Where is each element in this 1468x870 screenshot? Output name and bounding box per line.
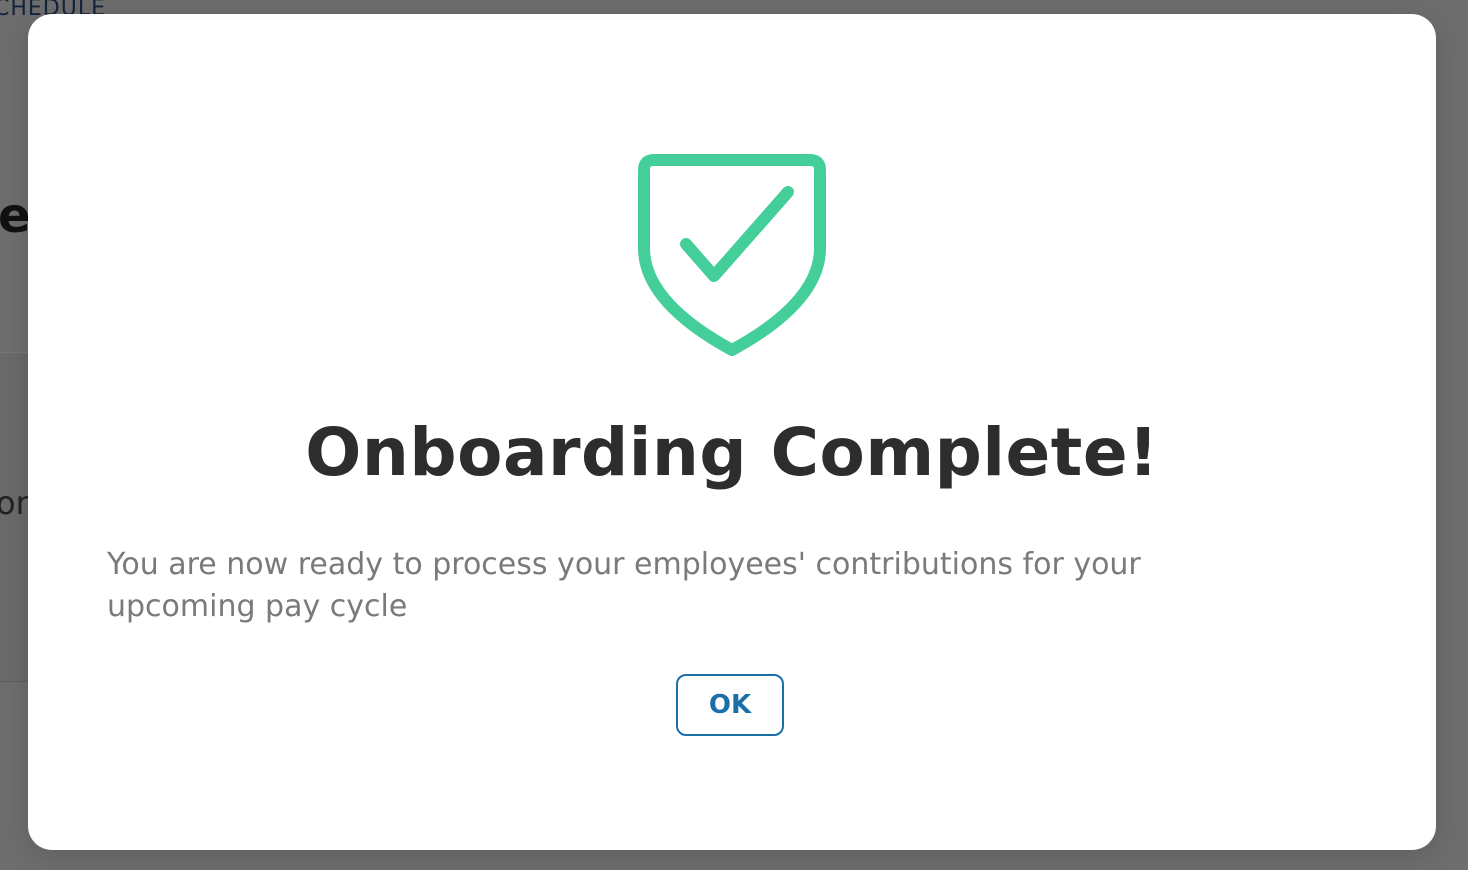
shield-check-icon: [638, 154, 826, 356]
onboarding-complete-modal: Onboarding Complete! You are now ready t…: [28, 14, 1436, 850]
modal-title: Onboarding Complete!: [305, 414, 1159, 491]
background-heading-fragment: e: [0, 188, 31, 244]
ok-button[interactable]: OK: [676, 674, 784, 736]
modal-message: You are now ready to process your employ…: [107, 547, 1141, 624]
checkmark: [680, 186, 794, 282]
app-page: CHEDULE e on Onboarding Complete! You ar…: [0, 0, 1468, 870]
